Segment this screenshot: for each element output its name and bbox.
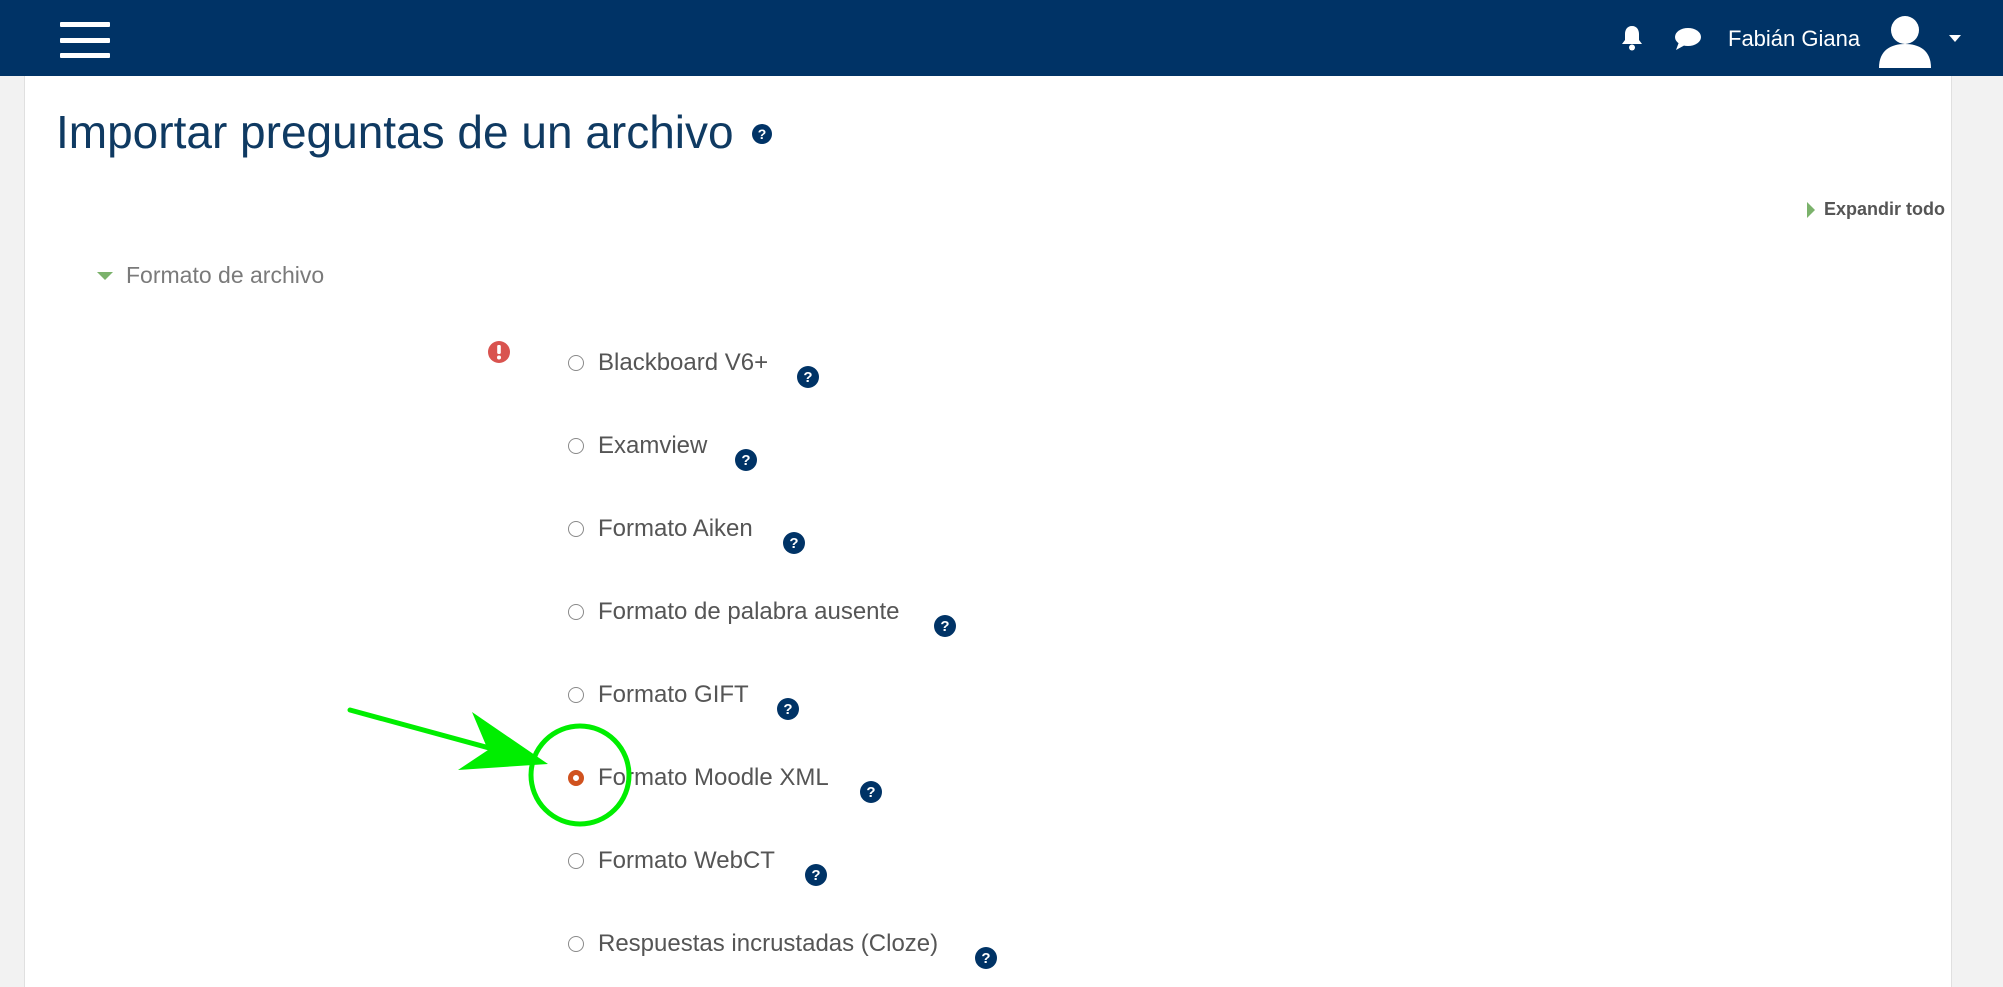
caret-right-icon: [1807, 201, 1815, 218]
expand-all-link[interactable]: Expandir todo: [1806, 199, 1945, 220]
menu-icon[interactable]: [60, 22, 110, 58]
option-label: Blackboard V6+: [598, 349, 769, 376]
user-name[interactable]: Fabián Giana: [1728, 26, 1860, 52]
option-label: Formato WebCT: [598, 847, 775, 874]
required-icon: [488, 341, 510, 363]
radio-button[interactable]: [568, 853, 584, 869]
section-title: Formato de archivo: [126, 262, 325, 288]
radio-button-checked[interactable]: [568, 770, 584, 786]
user-avatar-icon[interactable]: [1877, 12, 1933, 68]
top-navbar: Fabián Giana: [0, 0, 2003, 76]
svg-text:?: ?: [866, 784, 875, 801]
svg-text:?: ?: [811, 867, 820, 884]
svg-text:?: ?: [758, 126, 767, 142]
help-icon[interactable]: ?: [860, 781, 882, 803]
option-label: Formato Aiken: [598, 515, 753, 542]
option-label: Formato Moodle XML: [598, 764, 829, 791]
chat-icon[interactable]: [1673, 26, 1703, 52]
option-label: Formato GIFT: [598, 681, 749, 708]
option-label: Formato de palabra ausente: [598, 598, 900, 625]
radio-button[interactable]: [568, 438, 584, 454]
radio-button[interactable]: [568, 355, 584, 371]
help-icon[interactable]: ?: [752, 124, 772, 144]
svg-text:?: ?: [789, 535, 798, 552]
help-icon[interactable]: ?: [735, 449, 757, 471]
help-icon[interactable]: ?: [783, 532, 805, 554]
svg-text:?: ?: [981, 950, 990, 967]
radio-button[interactable]: [568, 521, 584, 537]
help-icon[interactable]: ?: [934, 615, 956, 637]
bell-icon[interactable]: [1620, 24, 1644, 52]
help-icon[interactable]: ?: [805, 864, 827, 886]
radio-button[interactable]: [568, 687, 584, 703]
svg-text:?: ?: [940, 618, 949, 635]
svg-text:?: ?: [803, 369, 812, 386]
main-content: [24, 76, 1952, 987]
option-label: Respuestas incrustadas (Cloze): [598, 930, 939, 957]
caret-down-icon: [97, 271, 113, 280]
section-header-formato[interactable]: Formato de archivo: [96, 262, 324, 289]
svg-text:?: ?: [741, 452, 750, 469]
help-icon[interactable]: ?: [797, 366, 819, 388]
svg-text:?: ?: [783, 701, 792, 718]
page-title-text: Importar preguntas de un archivo: [56, 106, 734, 158]
help-icon[interactable]: ?: [777, 698, 799, 720]
page-title: Importar preguntas de un archivo: [56, 107, 734, 158]
radio-button[interactable]: [568, 604, 584, 620]
caret-down-icon[interactable]: [1948, 34, 1962, 44]
help-icon[interactable]: ?: [975, 947, 997, 969]
option-label: Examview: [598, 432, 708, 459]
expand-all-label: Expandir todo: [1824, 199, 1945, 219]
radio-button[interactable]: [568, 936, 584, 952]
